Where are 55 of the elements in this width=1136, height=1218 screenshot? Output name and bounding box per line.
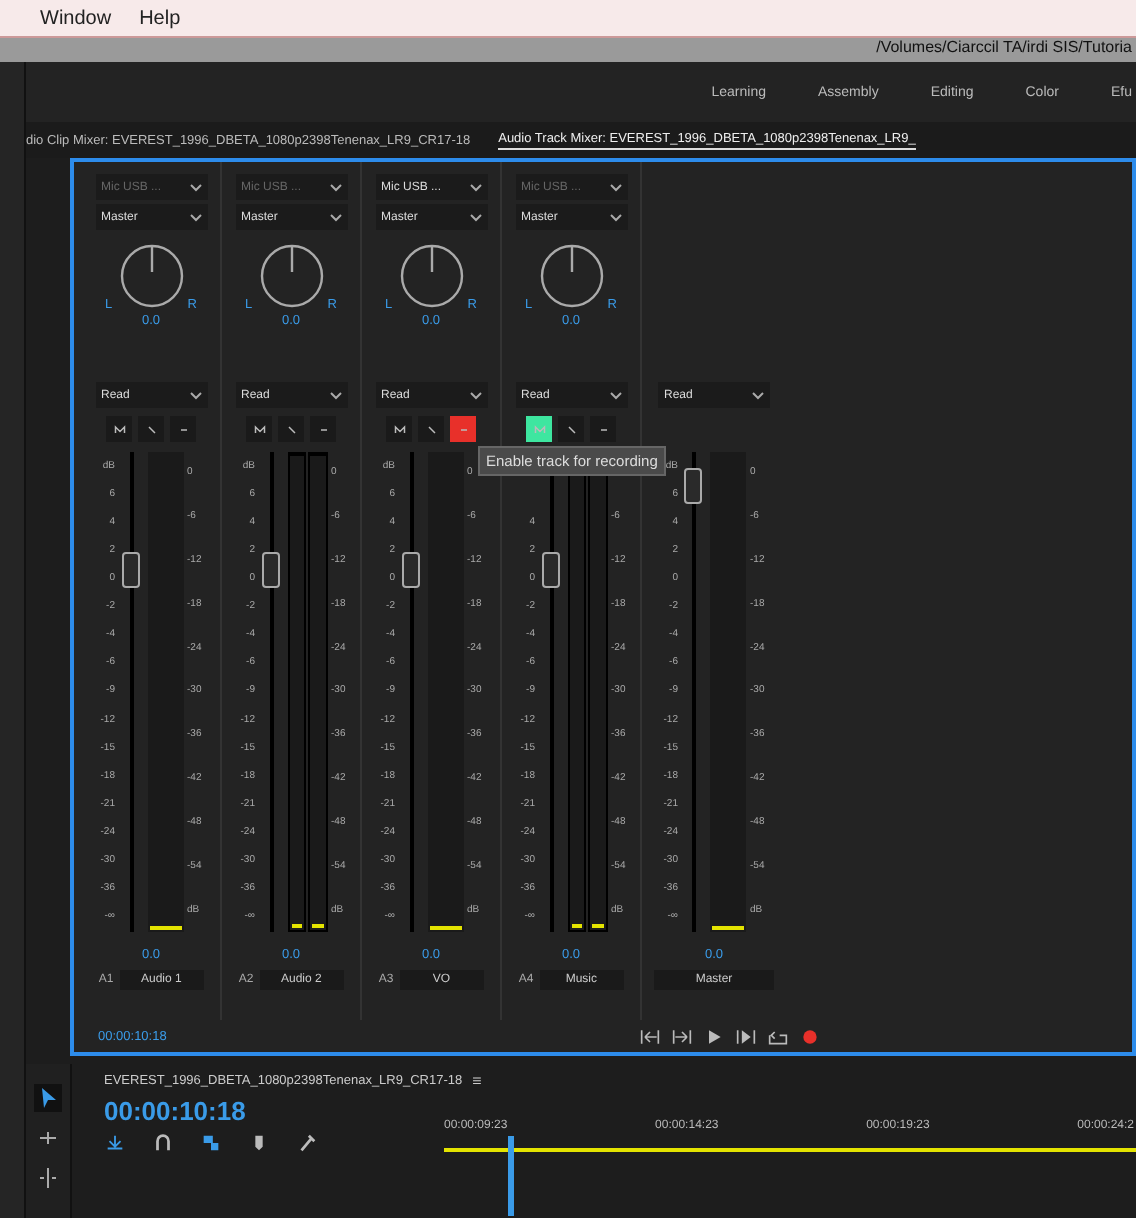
slash-icon [285,423,297,435]
ripple-edit-tool-icon[interactable] [34,1164,62,1192]
menu-item[interactable]: Window [40,7,112,29]
caret-icon [329,183,341,191]
caret-icon [752,391,764,399]
caret-icon [609,183,621,191]
selection-tool-icon[interactable] [34,1084,62,1112]
wrench-icon[interactable] [296,1132,318,1154]
loop-icon[interactable] [768,1027,788,1045]
play-in-to-out-icon[interactable] [736,1027,756,1045]
minus-icon [317,423,329,435]
mute-icon [253,423,265,435]
timecode[interactable]: 00:00:10:18 [104,1096,444,1126]
caret-icon [469,213,481,221]
snap-icon[interactable] [152,1132,174,1154]
slash-icon [145,423,157,435]
pan-knob[interactable] [539,244,603,308]
minus-icon [457,423,469,435]
linked-selection-icon[interactable] [200,1132,222,1154]
fader-handle[interactable] [261,551,279,588]
mute-button[interactable] [386,416,412,442]
panel-menu-icon[interactable]: ≡ [472,1071,482,1089]
minus-icon [597,423,609,435]
record-icon[interactable] [800,1027,820,1045]
caret-icon [469,391,481,399]
caret-icon [609,391,621,399]
caret-icon [189,213,201,221]
caret-icon [329,213,341,221]
play-icon[interactable] [704,1027,724,1045]
go-to-out-icon[interactable] [672,1027,692,1045]
fader-handle[interactable] [541,551,559,588]
pan-knob[interactable] [119,244,183,308]
fader-handle[interactable] [684,467,702,504]
nest-icon[interactable] [104,1132,126,1154]
slash-icon [425,423,437,435]
mute-icon [533,423,545,435]
menu-item[interactable]: Help [139,7,181,29]
solo-button[interactable] [558,416,584,442]
minus-icon [177,423,189,435]
go-to-in-icon[interactable] [640,1027,660,1045]
slash-icon [565,423,577,435]
fader-handle[interactable] [401,551,419,588]
mute-button[interactable] [106,416,132,442]
mute-button[interactable] [246,416,272,442]
caret-icon [329,391,341,399]
pan-knob[interactable] [399,244,463,308]
mute-icon [393,423,405,435]
window-title: /Volumes/Ciarccil TA/irdi SIS/Tutoria [876,38,1132,60]
caret-icon [469,183,481,191]
caret-icon [189,391,201,399]
mute-icon [113,423,125,435]
pan-knob[interactable] [259,244,323,308]
fader-handle[interactable] [121,551,139,588]
caret-icon [609,213,621,221]
caret-icon [189,183,201,191]
